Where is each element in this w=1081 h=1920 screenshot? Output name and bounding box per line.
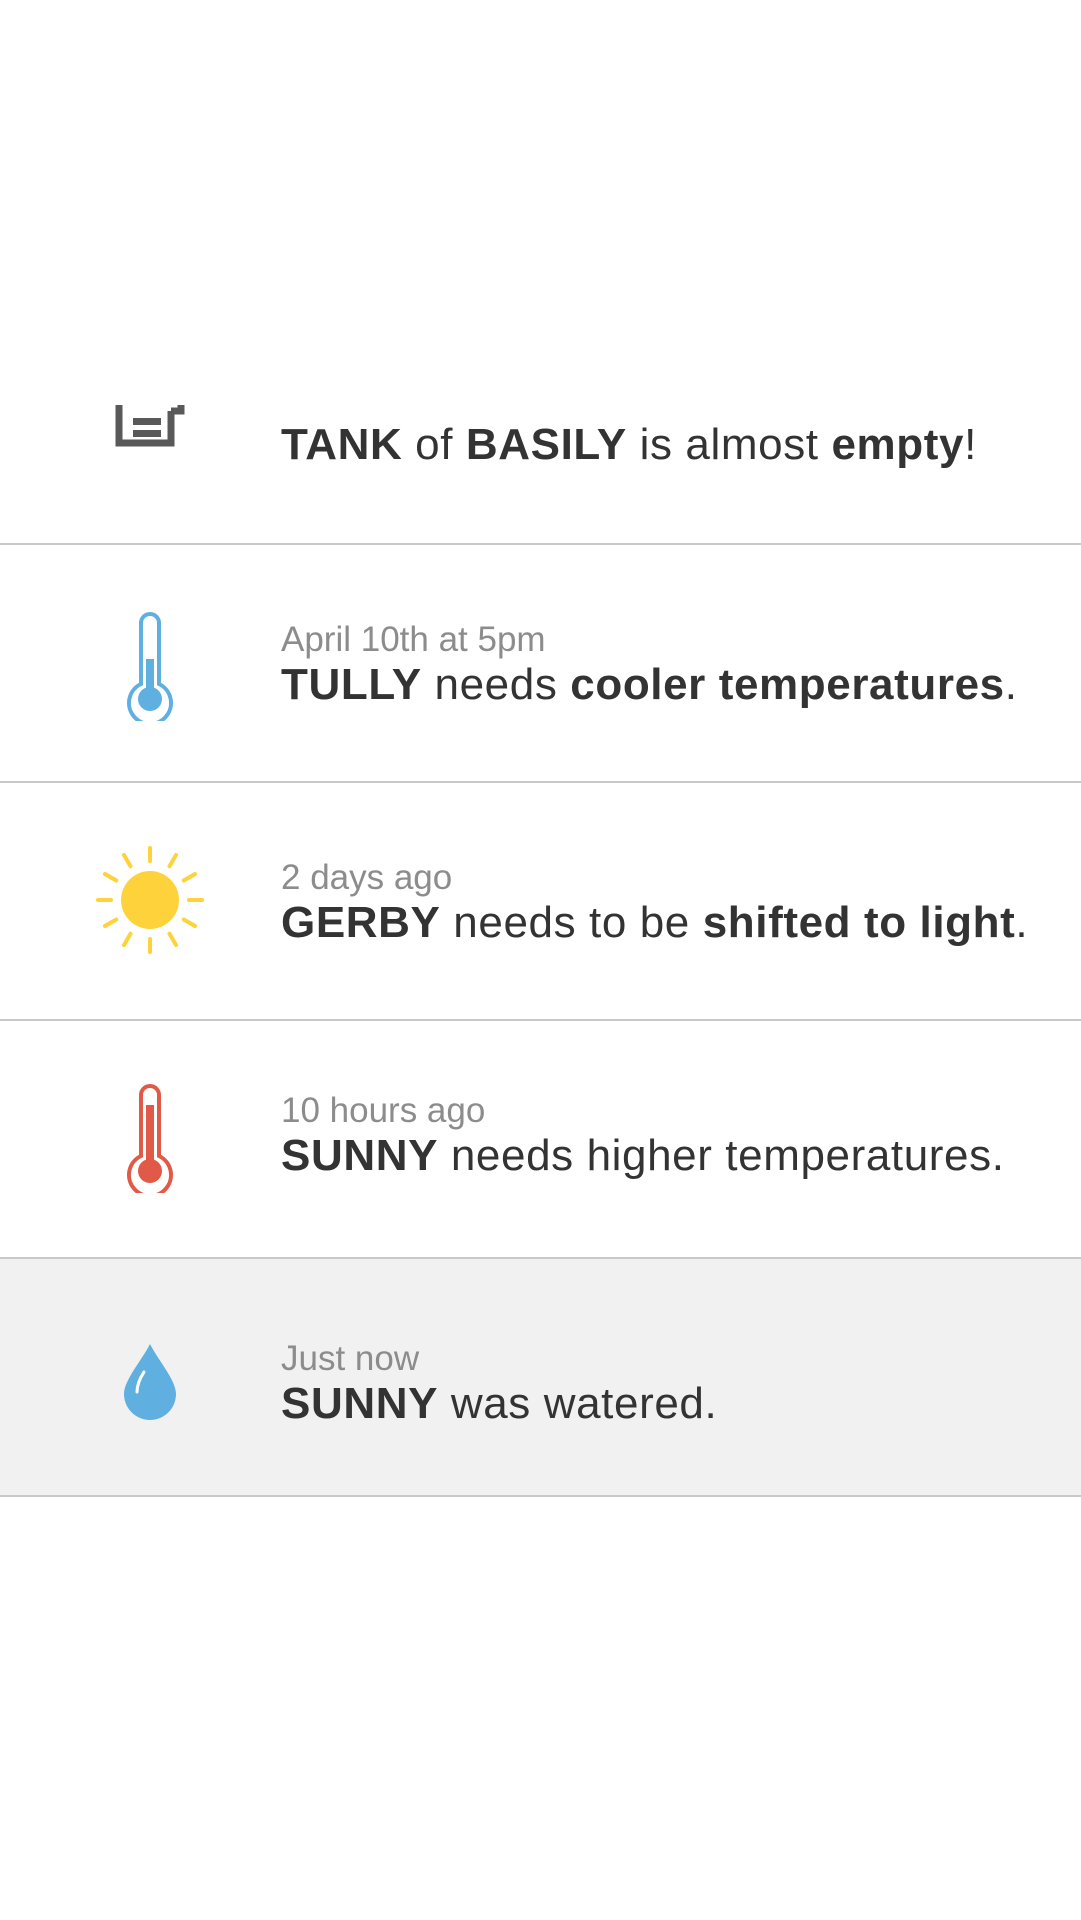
plant-name: SUNNY [281, 1131, 439, 1180]
plant-name: GERBY [281, 898, 441, 947]
notification-message: TANK of BASILY is almost empty! [281, 420, 977, 469]
notification-text: Just now SUNNY was watered. [281, 1339, 1061, 1429]
notification-text: 10 hours ago SUNNY needs higher temperat… [281, 1091, 1061, 1181]
notification-text: TANK of BASILY is almost empty! [281, 420, 1061, 470]
sun-ray [102, 872, 119, 883]
notification-item-tank[interactable]: TANK of BASILY is almost empty! [0, 305, 1081, 545]
notification-item-warm[interactable]: 10 hours ago SUNNY needs higher temperat… [0, 1021, 1081, 1259]
sun-ray [122, 852, 133, 869]
notification-item-watered[interactable]: Just now SUNNY was watered. [0, 1259, 1081, 1497]
timestamp: April 10th at 5pm [281, 620, 546, 659]
notification-message: TULLY needs cooler temperatures. [281, 660, 1018, 709]
sun-ray [122, 931, 133, 948]
notification-item-cool[interactable]: April 10th at 5pm TULLY needs cooler tem… [0, 545, 1081, 783]
thermometer-cold-icon [85, 600, 215, 730]
notification-message: GERBY needs to be shifted to light. [281, 898, 1029, 947]
timestamp: Just now [281, 1339, 420, 1378]
sun-ray [167, 852, 178, 869]
notification-list: TANK of BASILY is almost empty! April 10… [0, 305, 1081, 1497]
timestamp: 2 days ago [281, 858, 453, 897]
sun-ray [102, 917, 119, 928]
sun-ray [181, 872, 198, 883]
sun-icon [85, 835, 215, 965]
sun-ray [167, 931, 178, 948]
notification-item-light[interactable]: 2 days ago GERBY needs to be shifted to … [0, 783, 1081, 1021]
plant-name: SUNNY [281, 1379, 439, 1428]
notification-message: SUNNY was watered. [281, 1379, 718, 1428]
thermometer-hot-icon [85, 1072, 215, 1202]
timestamp: 10 hours ago [281, 1091, 486, 1130]
plant-name: TANK [281, 420, 403, 469]
notification-message: SUNNY needs higher temperatures. [281, 1131, 1005, 1180]
plant-name: TULLY [281, 660, 422, 709]
notification-text: April 10th at 5pm TULLY needs cooler tem… [281, 620, 1061, 710]
water-drop-icon [85, 1317, 215, 1447]
sun-ray [181, 917, 198, 928]
notification-text: 2 days ago GERBY needs to be shifted to … [281, 858, 1061, 948]
tank-icon [85, 360, 215, 490]
